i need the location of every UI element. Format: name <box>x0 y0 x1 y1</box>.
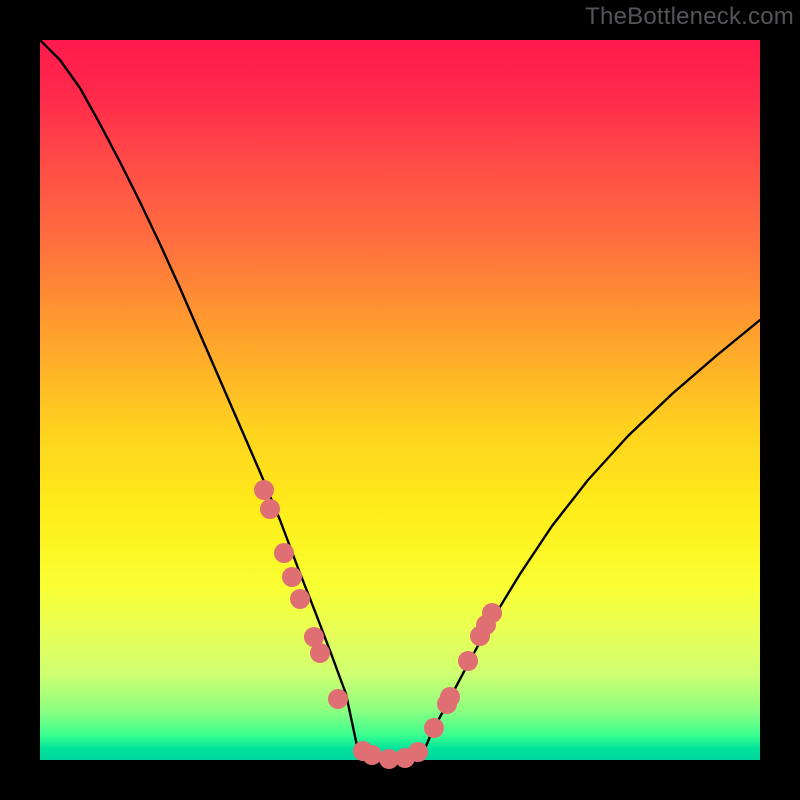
highlight-point <box>290 589 310 609</box>
highlight-point <box>362 745 382 765</box>
highlight-point <box>274 543 294 563</box>
chart-frame: TheBottleneck.com <box>0 0 800 800</box>
chart-svg <box>40 40 760 760</box>
highlight-point <box>282 567 302 587</box>
highlight-point <box>328 689 348 709</box>
watermark-text: TheBottleneck.com <box>585 3 794 31</box>
highlight-point <box>260 499 280 519</box>
highlight-point <box>440 687 460 707</box>
bottleneck-curve <box>40 40 760 760</box>
highlight-point <box>408 742 428 762</box>
highlight-point <box>482 603 502 623</box>
highlight-point <box>310 643 330 663</box>
highlight-points <box>254 480 502 769</box>
highlight-point <box>254 480 274 500</box>
highlight-point <box>424 718 444 738</box>
highlight-point <box>458 651 478 671</box>
